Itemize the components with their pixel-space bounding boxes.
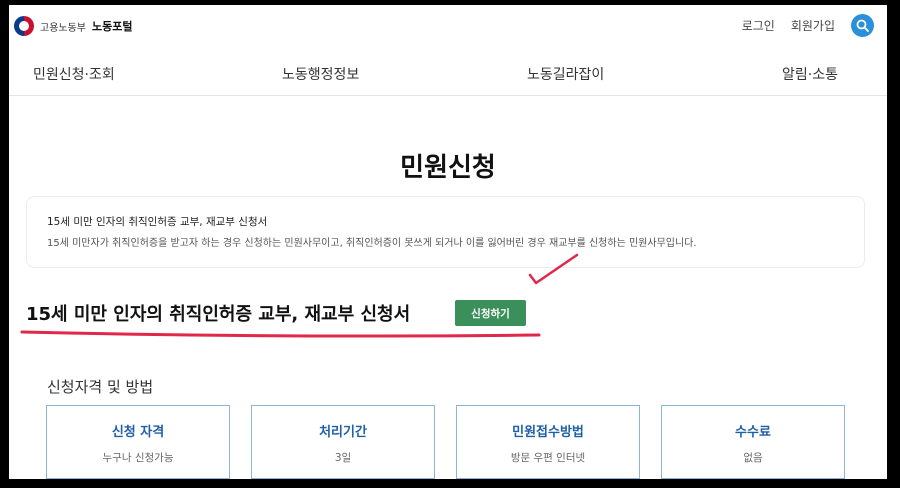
- browser-viewport: 고용노동부 노동포털 로그인 회원가입 민원신청·조회 노동행정정보 노동길라잡…: [9, 5, 887, 479]
- card-label: 수수료: [735, 425, 771, 440]
- summary-description: 15세 미만자가 취직인허증을 받고자 하는 경우 신청하는 민원사무이고, 취…: [47, 238, 697, 249]
- nav-item-civil-application[interactable]: 민원신청·조회: [33, 64, 115, 84]
- info-card-fee: 수수료 없음: [661, 405, 845, 479]
- search-icon: [856, 19, 869, 32]
- section-title: 신청자격 및 방법: [47, 378, 154, 396]
- portal-name: 노동포털: [92, 20, 133, 33]
- card-value: 없음: [743, 452, 763, 464]
- nav-item-labor-admin[interactable]: 노동행정정보: [282, 64, 359, 84]
- info-card-submission-method: 민원접수방법 방문 우편 인터넷: [456, 405, 640, 479]
- signup-link[interactable]: 회원가입: [791, 17, 835, 34]
- info-cards: 신청 자격 누구나 신청가능 처리기간 3일 민원접수방법 방문 우편 인터넷 …: [46, 405, 846, 479]
- card-value: 3일: [334, 452, 352, 464]
- nav-item-labor-guide[interactable]: 노동길라잡이: [527, 64, 604, 84]
- search-button[interactable]: [851, 14, 874, 37]
- government-emblem-icon: [14, 16, 34, 36]
- ministry-name: 고용노동부: [40, 22, 86, 34]
- site-logo[interactable]: 고용노동부 노동포털: [14, 16, 132, 36]
- card-label: 신청 자격: [111, 425, 165, 440]
- info-card-eligibility: 신청 자격 누구나 신청가능: [46, 405, 230, 479]
- page-title: 민원신청: [400, 153, 496, 183]
- site-header: 고용노동부 노동포털 로그인 회원가입: [9, 5, 887, 49]
- annotation-underline: [20, 330, 541, 338]
- form-title: 15세 미만 인자의 취직인허증 교부, 재교부 신청서: [26, 304, 411, 325]
- card-label: 처리기간: [319, 425, 367, 440]
- card-value: 방문 우편 인터넷: [510, 452, 586, 464]
- login-link[interactable]: 로그인: [742, 17, 775, 34]
- card-label: 민원접수방법: [512, 425, 584, 440]
- summary-box: 15세 미만 인자의 취직인허증 교부, 재교부 신청서 15세 미만자가 취직…: [26, 196, 865, 268]
- card-value: 누구나 신청가능: [102, 452, 174, 464]
- utility-menu: 로그인 회원가입: [742, 14, 874, 37]
- nav-item-notice[interactable]: 알림·소통: [782, 64, 838, 84]
- summary-title: 15세 미만 인자의 취직인허증 교부, 재교부 신청서: [47, 216, 268, 228]
- main-navigation: 민원신청·조회 노동행정정보 노동길라잡이 알림·소통: [9, 49, 887, 96]
- apply-button[interactable]: 신청하기: [455, 300, 526, 326]
- info-card-processing-period: 처리기간 3일: [251, 405, 435, 479]
